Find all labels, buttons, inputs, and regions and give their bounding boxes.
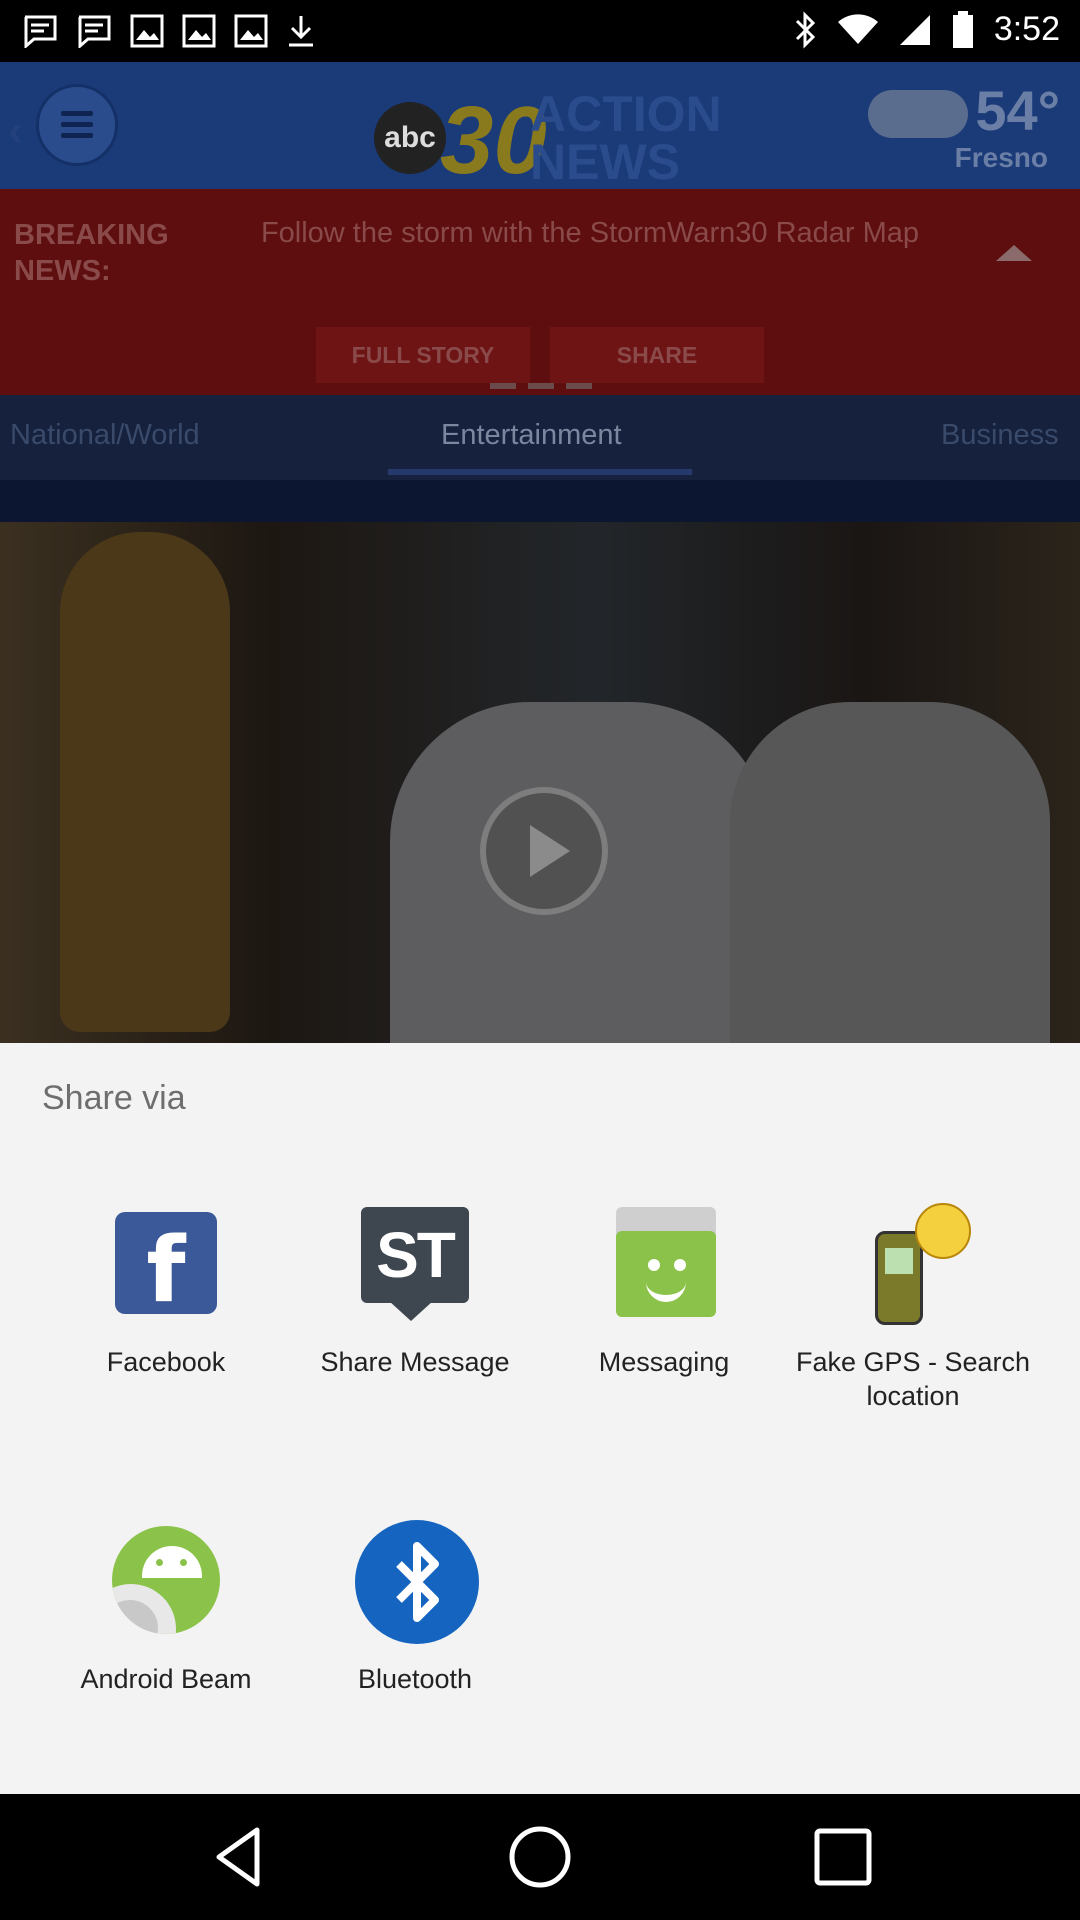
- share-sheet-title: Share via: [42, 1079, 186, 1117]
- collapse-caret-icon[interactable]: [996, 245, 1032, 261]
- breaking-label-line-2: NEWS:: [14, 255, 111, 287]
- back-chevron-icon[interactable]: ‹: [8, 106, 23, 156]
- facebook-icon: f: [106, 1203, 226, 1323]
- category-tabs: National/World Entertainment Business: [0, 395, 1080, 480]
- menu-icon-line: [61, 122, 93, 127]
- clock: 3:52: [993, 10, 1060, 48]
- logo-line-1: ACTION: [530, 86, 722, 142]
- app-label: Android Beam: [80, 1664, 252, 1694]
- share-message-icon: ST: [355, 1203, 475, 1323]
- share-button[interactable]: SHARE: [550, 327, 764, 383]
- share-target-android-beam[interactable]: Android Beam: [41, 1520, 291, 1696]
- menu-icon: [61, 111, 93, 116]
- bluetooth-icon: [795, 10, 815, 49]
- app-label: Bluetooth: [357, 1664, 473, 1694]
- cloud-icon: [868, 90, 968, 138]
- navigation-bar: [0, 1794, 1080, 1920]
- notification-icons: [22, 14, 316, 48]
- app-label: Share Message: [320, 1347, 510, 1377]
- fake-gps-icon: [853, 1203, 973, 1325]
- image-icon: [182, 14, 216, 48]
- pager-dots: [490, 383, 592, 389]
- logo-line-2: NEWS: [530, 134, 680, 190]
- menu-button[interactable]: [36, 84, 118, 166]
- battery-icon: [952, 10, 973, 48]
- app-label: Facebook: [106, 1347, 226, 1377]
- bluetooth-rune-icon: [396, 1542, 439, 1622]
- abc-logo: abc: [374, 102, 446, 174]
- breaking-news-banner: BREAKING NEWS: Follow the storm with the…: [0, 189, 1080, 395]
- share-target-fake-gps[interactable]: Fake GPS - Search location: [788, 1203, 1038, 1413]
- chef-figure: [730, 702, 1050, 1043]
- share-target-facebook[interactable]: f Facebook: [41, 1203, 291, 1379]
- image-icon: [130, 14, 164, 48]
- messaging-icon: [604, 1203, 724, 1323]
- breaking-label-line-1: BREAKING: [14, 219, 169, 251]
- share-sheet: Share via f Facebook ST Share Message Me…: [0, 1043, 1080, 1794]
- android-beam-icon: [106, 1520, 226, 1640]
- play-icon[interactable]: [480, 787, 608, 915]
- tab-national-world[interactable]: National/World: [10, 419, 200, 452]
- signal-icon: [899, 14, 930, 45]
- active-tab-indicator: [388, 469, 692, 475]
- download-icon: [289, 16, 313, 47]
- wifi-icon: [837, 13, 878, 44]
- system-icons: 3:52: [794, 10, 1060, 49]
- tab-entertainment[interactable]: Entertainment: [441, 419, 622, 452]
- breaking-news-label: BREAKING NEWS:: [14, 217, 169, 289]
- tab-business[interactable]: Business: [941, 419, 1059, 452]
- share-target-bluetooth[interactable]: Bluetooth: [290, 1520, 540, 1696]
- back-icon[interactable]: [205, 1822, 275, 1892]
- message-icon: [78, 15, 111, 48]
- bluetooth-icon: [355, 1520, 479, 1644]
- news-app-background: ‹ abc 30 ACTION NEWS 54° Fresno BREAKING…: [0, 62, 1080, 1043]
- home-icon[interactable]: [505, 1822, 575, 1892]
- share-target-messaging[interactable]: Messaging: [539, 1203, 789, 1379]
- status-bar: 3:52: [0, 0, 1080, 62]
- recents-icon[interactable]: [808, 1822, 878, 1892]
- message-icon: [24, 15, 57, 48]
- video-thumbnail[interactable]: [0, 522, 1080, 1043]
- app-label: Messaging: [598, 1347, 730, 1377]
- divider-strip: [0, 480, 1080, 522]
- image-icon: [234, 14, 268, 48]
- weather-city: Fresno: [954, 142, 1048, 173]
- menu-icon-line: [61, 133, 93, 138]
- logo-wordmark: ACTION NEWS: [530, 86, 722, 190]
- weather-temperature[interactable]: 54°: [975, 78, 1060, 143]
- statue-figure: [60, 532, 230, 1032]
- share-target-share-message[interactable]: ST Share Message: [290, 1203, 540, 1379]
- app-label: Fake GPS - Search location: [795, 1347, 1031, 1411]
- app-header: ‹ abc 30 ACTION NEWS 54° Fresno: [0, 62, 1080, 194]
- full-story-button[interactable]: FULL STORY: [316, 327, 530, 383]
- breaking-news-headline[interactable]: Follow the storm with the StormWarn30 Ra…: [220, 215, 960, 251]
